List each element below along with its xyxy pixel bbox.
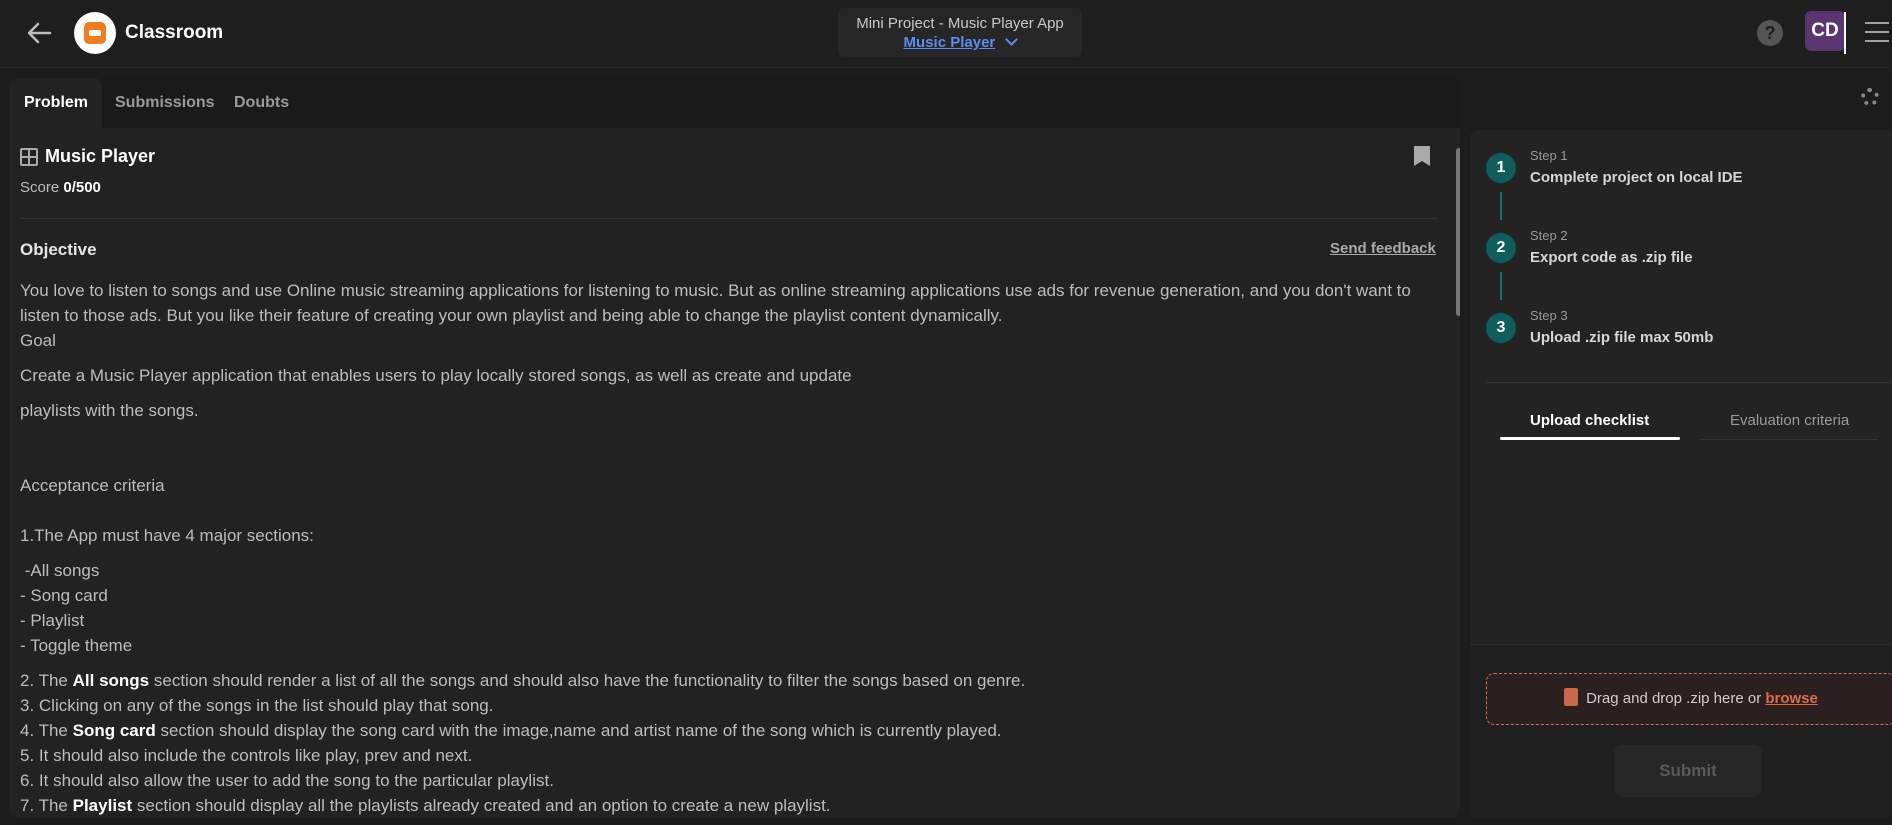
zip-file-icon <box>1564 688 1579 707</box>
avatar[interactable]: CD <box>1805 11 1845 51</box>
paragraph: Goal <box>20 331 56 350</box>
list-item: - Toggle theme <box>20 636 133 655</box>
paragraph: Create a Music Player application that e… <box>20 366 852 385</box>
active-tab-indicator <box>1500 437 1680 440</box>
tab-doubts[interactable]: Doubts <box>234 78 289 128</box>
step-1-number: 1 <box>1486 153 1516 183</box>
problem-title: Music Player <box>45 146 156 166</box>
list-item: 3. Clicking on any of the songs in the l… <box>20 696 494 715</box>
submission-panel: 1 Step 1 Complete project on local IDE 2… <box>1470 130 1892 818</box>
back-arrow-icon[interactable] <box>24 18 54 48</box>
upload-area: Drag and drop .zip here or browse Submit <box>1470 644 1892 818</box>
problem-panel: Problem Submissions Doubts Music Player … <box>10 78 1460 818</box>
submit-button[interactable]: Submit <box>1614 745 1762 797</box>
project-selector[interactable]: Mini Project - Music Player App Music Pl… <box>838 8 1082 57</box>
step-1-label: Step 1 <box>1530 148 1568 163</box>
divider <box>1844 12 1846 54</box>
paragraph: playlists with the songs. <box>20 401 199 420</box>
paragraph: 1.The App must have 4 major sections: <box>20 526 314 545</box>
step-3-label: Step 3 <box>1530 308 1568 323</box>
browse-link[interactable]: browse <box>1765 690 1818 707</box>
top-bar: Classroom Mini Project - Music Player Ap… <box>0 0 1892 68</box>
tab-upload-checklist[interactable]: Upload checklist <box>1530 412 1649 429</box>
drop-text: Drag and drop .zip here or <box>1586 690 1766 707</box>
step-connector <box>1500 192 1502 220</box>
send-feedback-link[interactable]: Send feedback <box>1330 240 1436 257</box>
file-drop-zone[interactable]: Drag and drop .zip here or browse <box>1486 673 1892 725</box>
list-item: 6. It should also allow the user to add … <box>20 771 554 790</box>
score-label: Score <box>20 179 60 196</box>
problem-content: Music Player Score 0/500 Objective Send … <box>10 128 1450 818</box>
divider <box>1486 382 1892 383</box>
list-item: 4. The Song card section should display … <box>20 721 1002 740</box>
step-2-label: Step 2 <box>1530 228 1568 243</box>
chevron-down-icon <box>1005 33 1019 46</box>
list-item: 7. The Playlist section should display a… <box>20 796 831 815</box>
list-item: - Song card <box>20 586 108 605</box>
project-sub-label: Music Player <box>903 34 996 51</box>
brand-name: Classroom <box>125 22 224 43</box>
criteria-list: 2. The All songs section should render a… <box>20 668 1430 818</box>
list-item: - Playlist <box>20 611 85 630</box>
paragraph: Acceptance criteria <box>20 476 165 495</box>
problem-icon <box>20 148 38 166</box>
objective-heading: Objective <box>20 240 97 259</box>
tab-evaluation-criteria[interactable]: Evaluation criteria <box>1730 412 1849 429</box>
hamburger-menu-icon[interactable] <box>1865 22 1889 49</box>
tab-submissions[interactable]: Submissions <box>115 78 215 128</box>
tab-problem[interactable]: Problem <box>10 78 103 128</box>
list-item: -All songs <box>20 561 100 580</box>
paragraph: You love to listen to songs and use Onli… <box>20 281 1411 325</box>
classroom-logo[interactable] <box>74 12 116 54</box>
bookmark-icon[interactable] <box>1414 146 1430 166</box>
list-item: 5. It should also include the controls l… <box>20 746 473 765</box>
help-icon[interactable]: ? <box>1757 20 1783 46</box>
step-1-text: Complete project on local IDE <box>1530 169 1743 186</box>
score: Score 0/500 <box>20 179 101 196</box>
score-value: 0/500 <box>63 179 101 196</box>
gear-icon[interactable] <box>1861 88 1879 106</box>
tab-underline <box>1700 439 1878 440</box>
list-item: 2. The All songs section should render a… <box>20 671 1026 690</box>
project-dropdown[interactable]: Music Player <box>838 33 1082 51</box>
step-connector <box>1500 272 1502 300</box>
step-3-text: Upload .zip file max 50mb <box>1530 329 1714 346</box>
step-2-number: 2 <box>1486 233 1516 263</box>
step-3-number: 3 <box>1486 313 1516 343</box>
tab-bar: Problem Submissions Doubts <box>10 78 1460 128</box>
divider <box>20 218 1438 219</box>
problem-description: You love to listen to songs and use Onli… <box>20 278 1430 818</box>
scrollbar-thumb[interactable] <box>1456 148 1460 316</box>
step-2-text: Export code as .zip file <box>1530 249 1693 266</box>
project-title: Mini Project - Music Player App <box>856 15 1064 32</box>
